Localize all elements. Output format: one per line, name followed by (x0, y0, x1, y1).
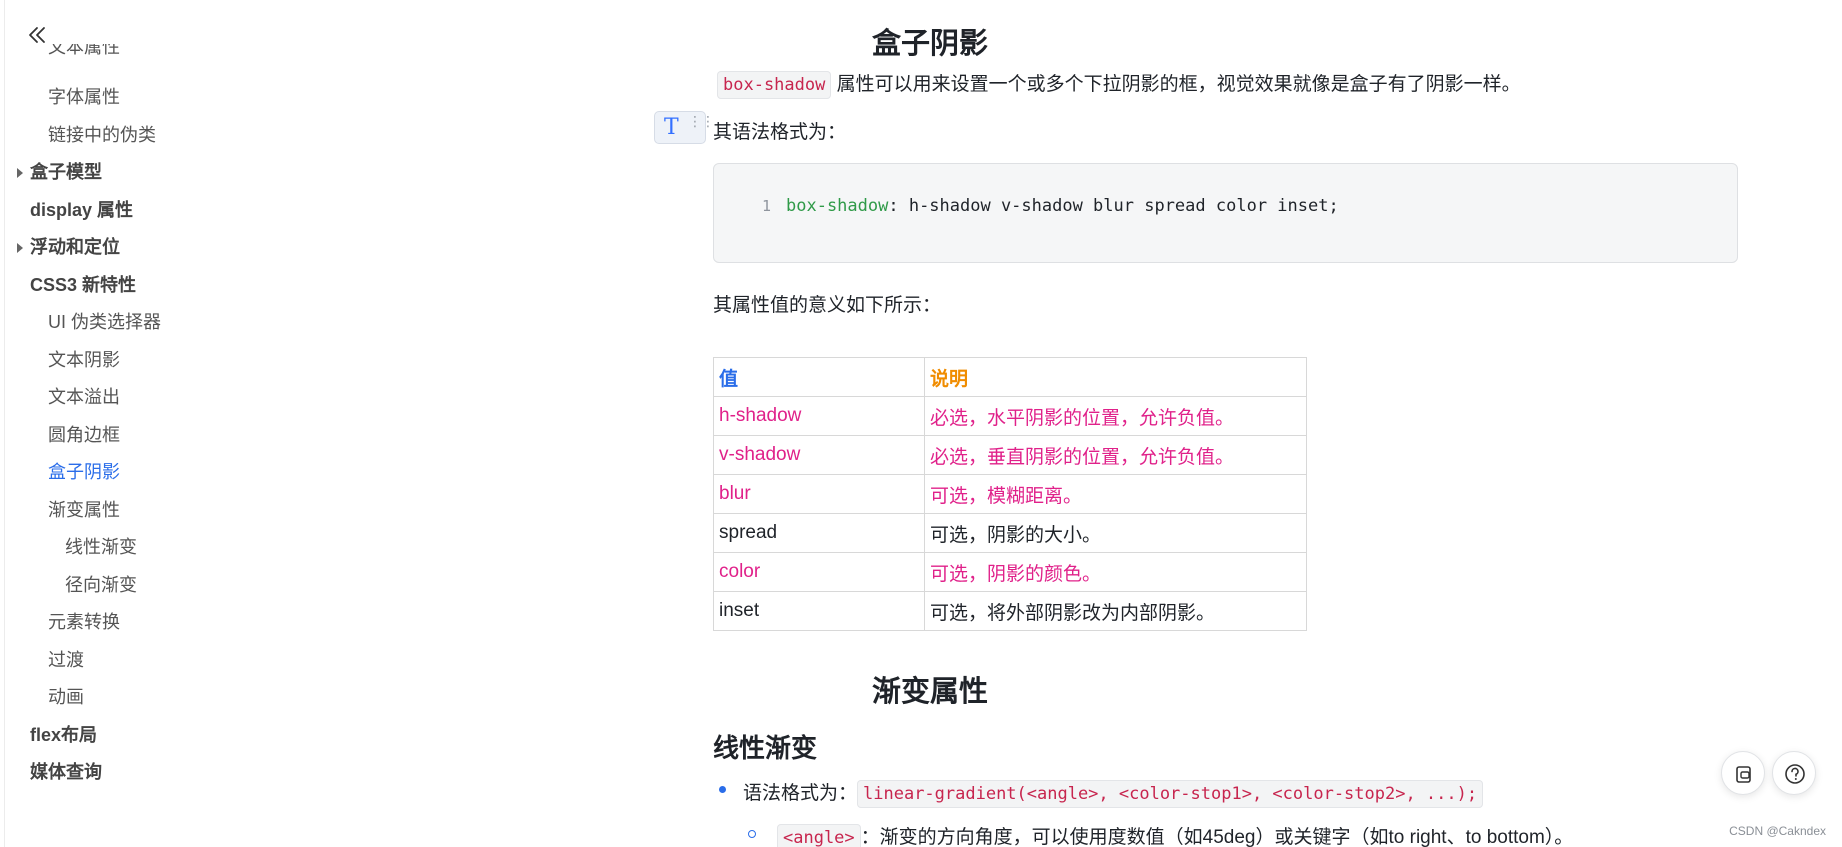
sidebar-item[interactable]: 径向渐变 (65, 570, 137, 600)
intro-paragraph: box-shadow 属性可以用来设置一个或多个下拉阴影的框，视觉效果就像是盒子… (717, 69, 1521, 99)
question-circle-icon (1785, 764, 1805, 784)
block-type-handle[interactable]: T ⋮⋮ (654, 111, 715, 144)
cell-value: spread (713, 513, 925, 553)
sidebar-item[interactable]: 媒体查询 (30, 757, 102, 787)
table-row: blur 可选，模糊距离。 (713, 474, 1307, 514)
drag-handle-icon[interactable]: ⋮⋮ (688, 114, 715, 128)
syntax-label: 其语法格式为： (713, 122, 847, 143)
sidebar-item[interactable]: 动画 (48, 682, 84, 712)
sidebar-item[interactable]: 文本属性 (48, 44, 120, 62)
copy-link-button[interactable] (1721, 751, 1765, 795)
intro-text: 属性可以用来设置一个或多个下拉阴影的框，视觉效果就像是盒子有了阴影一样。 (831, 74, 1521, 95)
cell-description: 必选，垂直阴影的位置，允许负值。 (924, 435, 1307, 475)
table-row: h-shadow 必选，水平阴影的位置，允许负值。 (713, 396, 1307, 436)
heading-box-shadow: 盒子阴影 (871, 28, 988, 60)
sidebar-item-label: 盒子模型 (30, 162, 102, 182)
sidebar-item[interactable]: 线性渐变 (65, 532, 137, 562)
text-block-icon: T (664, 115, 679, 140)
cell-value: color (713, 552, 925, 592)
document-link-icon (1736, 766, 1751, 783)
help-button[interactable] (1772, 751, 1816, 795)
sidebar-item[interactable]: 字体属性 (48, 82, 120, 112)
cell-description: 可选，阴影的大小。 (924, 513, 1307, 553)
values-table: 值 说明 h-shadow 必选，水平阴影的位置，允许负值。 v-shadow 必选，… (713, 357, 1307, 631)
inline-code-linear-gradient: linear-gradient(<angle>, <color-stop1>, … (857, 780, 1484, 808)
inline-code-box-shadow: box-shadow (717, 71, 832, 99)
table-row: v-shadow 必选，垂直阴影的位置，允许负值。 (713, 435, 1307, 475)
sidebar-item[interactable]: 链接中的伪类 (48, 120, 156, 150)
cell-value: blur (713, 474, 925, 514)
cell-value: inset (713, 591, 925, 631)
sidebar-item[interactable]: flex布局 (30, 720, 97, 750)
expand-caret-icon[interactable] (17, 243, 23, 253)
document-body: 盒子阴影 box-shadow 属性可以用来设置一个或多个下拉阴影的框，视觉效果… (300, 0, 1842, 847)
bullet-icon (719, 786, 726, 793)
cell-value: v-shadow (713, 435, 925, 475)
heading-gradient: 渐变属性 (871, 676, 988, 708)
sidebar-item[interactable]: 渐变属性 (48, 495, 120, 525)
code-line-number: 1 (762, 197, 772, 215)
outline-sidebar: 文本属性字体属性链接中的伪类盒子模型 display 属性浮动和定位 CSS3 新特… (0, 0, 300, 847)
cell-description: 可选，阴影的颜色。 (924, 552, 1307, 592)
sidebar-item[interactable]: 文本阴影 (48, 345, 120, 375)
outline-list: 文本属性字体属性链接中的伪类盒子模型 display 属性浮动和定位 CSS3 新特… (0, 40, 290, 800)
sidebar-item[interactable]: 元素转换 (48, 607, 120, 637)
heading-linear-gradient: 线性渐变 (713, 733, 818, 763)
cell-description: 可选，将外部阴影改为内部阴影。 (924, 591, 1307, 631)
sidebar-item[interactable]: 文本溢出 (48, 382, 120, 412)
angle-description: ：渐变的方向角度，可以使用度数值（如45deg）或关键字（如to right、t… (860, 827, 1574, 847)
sidebar-item[interactable]: CSS3 新特性 (30, 270, 136, 300)
sidebar-item[interactable]: 盒子阴影 (48, 457, 120, 487)
header-value: 值 (713, 357, 925, 397)
sidebar-item-label: 浮动和定位 (30, 237, 120, 257)
code-property: box-shadow (786, 196, 889, 216)
table-row: inset 可选，将外部阴影改为内部阴影。 (713, 591, 1307, 631)
sidebar-item[interactable]: 盒子模型 (17, 157, 102, 187)
watermark: CSDN @Cakndex (1729, 824, 1826, 838)
table-row: spread 可选，阴影的大小。 (713, 513, 1307, 553)
sidebar-item[interactable]: 浮动和定位 (17, 232, 120, 262)
code-line: box-shadow: h-shadow v-shadow blur sprea… (786, 196, 1339, 216)
code-block[interactable]: 1 box-shadow: h-shadow v-shadow blur spr… (713, 163, 1738, 263)
sidebar-item[interactable]: 过渡 (48, 645, 84, 675)
list-item-label: 语法格式为： (743, 783, 858, 804)
table-row: color 可选，阴影的颜色。 (713, 552, 1307, 592)
list-item-syntax: 语法格式为： linear-gradient(<angle>, <color-st… (743, 778, 1484, 808)
sub-bullet-icon (748, 830, 756, 838)
cell-value: h-shadow (713, 396, 925, 436)
code-values: : h-shadow v-shadow blur spread color in… (888, 196, 1339, 216)
sidebar-item[interactable]: display 属性 (30, 195, 133, 225)
sidebar-item[interactable]: UI 伪类选择器 (48, 307, 161, 337)
meaning-label: 其属性值的意义如下所示： (713, 295, 942, 316)
cell-description: 可选，模糊距离。 (924, 474, 1307, 514)
sidebar-item[interactable]: 圆角边框 (48, 420, 120, 450)
expand-caret-icon[interactable] (17, 168, 23, 178)
table-header-row: 值 说明 (713, 357, 1307, 397)
inline-code-angle: <angle> (777, 824, 861, 847)
cell-description: 必选，水平阴影的位置，允许负值。 (924, 396, 1307, 436)
header-description: 说明 (924, 357, 1307, 397)
list-item-angle: <angle> ：渐变的方向角度，可以使用度数值（如45deg）或关键字（如to … (777, 822, 1573, 847)
